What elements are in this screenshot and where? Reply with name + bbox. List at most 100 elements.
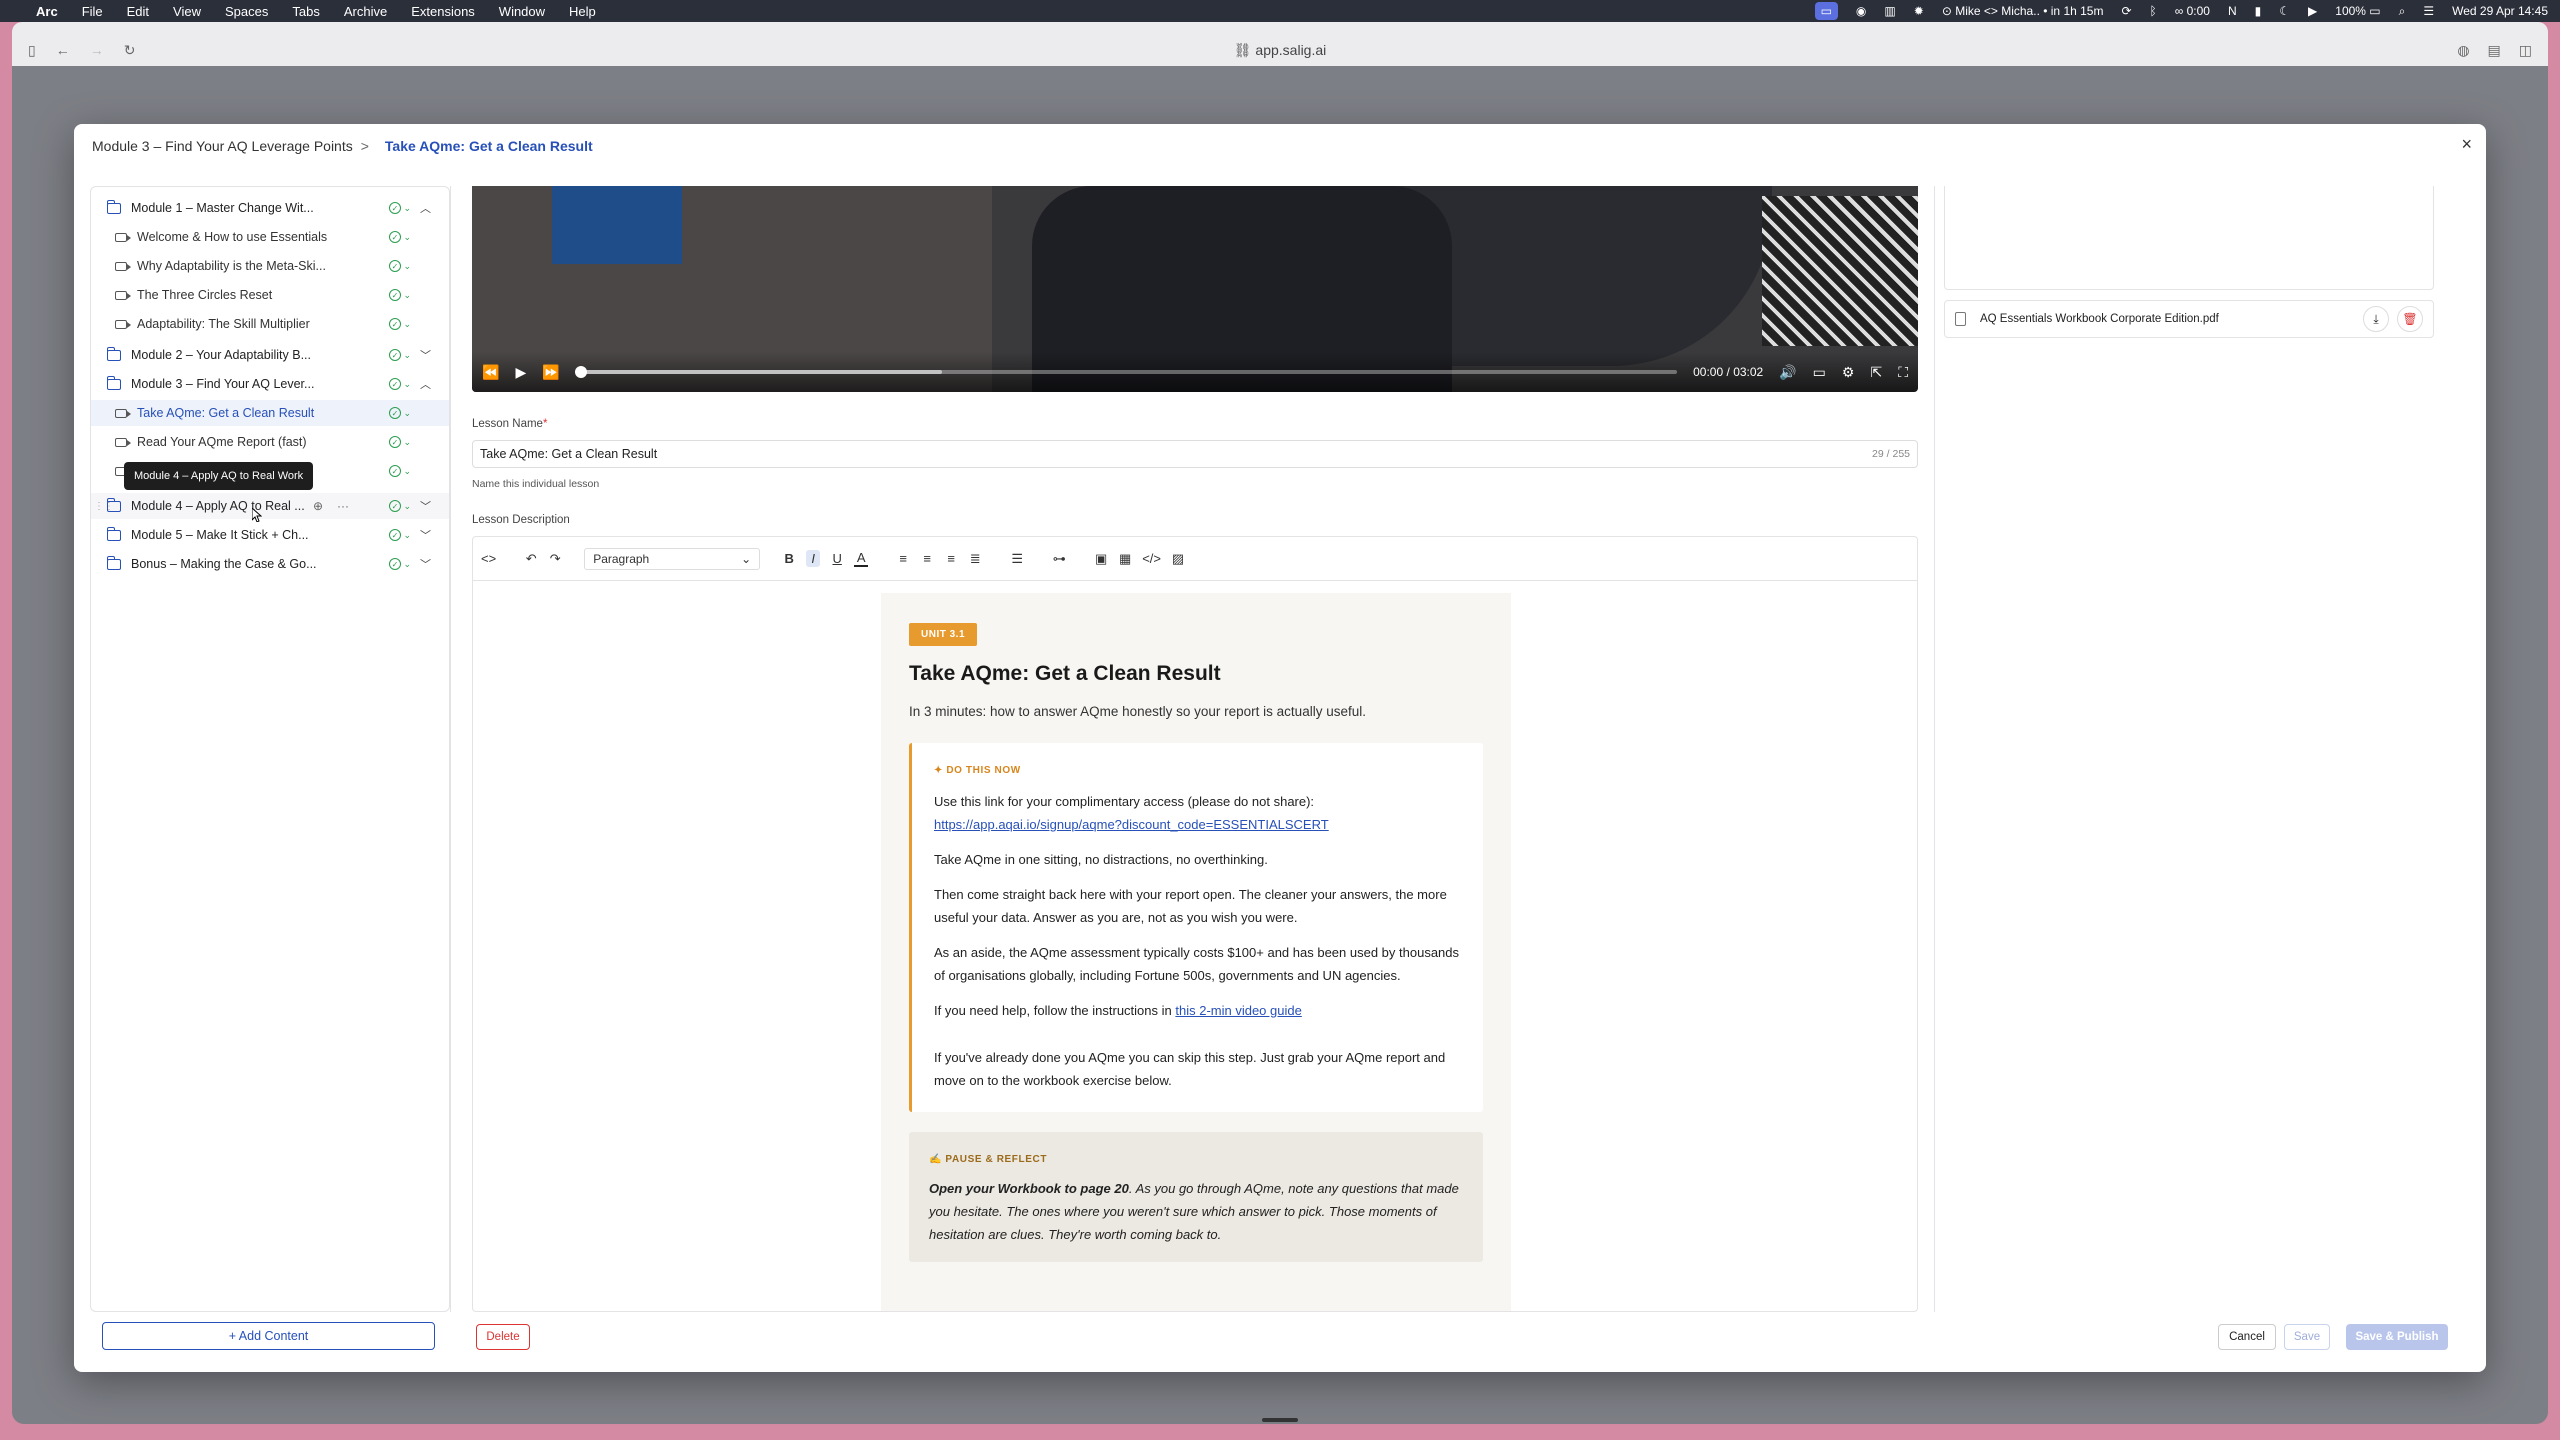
code-embed-icon[interactable]: </> [1142,551,1161,566]
table-icon[interactable]: ▦ [1118,551,1132,567]
app-menu[interactable]: Arc [36,4,58,19]
menu-view[interactable]: View [173,4,201,19]
status-chevron-icon[interactable]: ⌄ [403,261,411,272]
menu-edit[interactable]: Edit [127,4,149,19]
forward-icon[interactable]: → [90,42,104,58]
collapse-chevron-icon[interactable]: ︿ [420,200,431,216]
published-status-icon[interactable]: ✓ [389,465,401,477]
published-status-icon[interactable]: ✓ [389,558,401,570]
expand-chevron-icon[interactable]: ﹀ [420,498,431,514]
italic-icon[interactable]: I [806,550,821,567]
undo-icon[interactable]: ↶ [524,551,538,567]
sync-icon[interactable]: ⟳ [2121,4,2131,18]
clock[interactable]: Wed 29 Apr 14:45 [2452,4,2548,18]
more-options-icon[interactable]: ··· [337,499,349,513]
tree-lesson[interactable]: The Three Circles Reset ✓ ⌄ [91,282,449,308]
status-chevron-icon[interactable]: ⌄ [403,559,411,570]
add-circle-icon[interactable]: ⊕ [313,499,323,513]
bookmark-icon[interactable]: ▮ [2255,4,2262,18]
extension-icon[interactable]: ◍ [2457,42,2469,59]
tree-module-5[interactable]: Module 5 – Make It Stick + Ch... ✓ ⌄ ﹀ [91,522,449,548]
notion-icon[interactable]: N [2228,4,2237,18]
published-status-icon[interactable]: ✓ [389,318,401,330]
tree-lesson[interactable]: Read Your AQme Report (fast) ✓ ⌄ [91,429,449,455]
text-color-icon[interactable]: A [854,550,869,567]
link-icon[interactable]: ⊶ [1052,551,1066,567]
menu-spaces[interactable]: Spaces [225,4,268,19]
tree-lesson[interactable]: Welcome & How to use Essentials ✓ ⌄ [91,224,449,250]
status-chevron-icon[interactable]: ⌄ [403,319,411,330]
align-center-icon[interactable]: ≡ [920,551,934,566]
menu-help[interactable]: Help [569,4,596,19]
published-status-icon[interactable]: ✓ [389,436,401,448]
video-player[interactable]: ⏪ ▶ ⏩ 00:00 / 03:02 🔊 ▭ ⚙ ⇱ ⛶ [472,186,1918,392]
media-icon[interactable]: ▣ [1094,551,1108,567]
menu-extensions[interactable]: Extensions [411,4,475,19]
tree-module-3[interactable]: Module 3 – Find Your AQ Lever... ✓ ⌄ ︿ [91,371,449,397]
bluetooth-icon[interactable]: ᛒ [2150,4,2157,18]
published-status-icon[interactable]: ✓ [389,378,401,390]
bullet-list-icon[interactable]: ☰ [1010,551,1024,567]
play-circle-icon[interactable]: ▶ [2308,4,2317,18]
sidebar-toggle-icon[interactable]: ▯ [28,42,36,59]
moon-icon[interactable]: ☾ [2279,4,2290,18]
cancel-button[interactable]: Cancel [2218,1324,2276,1350]
control-center-icon[interactable]: ☰ [2423,4,2434,18]
published-status-icon[interactable]: ✓ [389,289,401,301]
align-left-icon[interactable]: ≡ [896,551,910,566]
reader-icon[interactable]: ▤ [2488,42,2501,59]
close-icon[interactable]: × [2461,134,2472,155]
reload-icon[interactable]: ↻ [124,42,136,59]
bold-icon[interactable]: B [782,551,796,566]
stats-icon[interactable]: ▥ [1884,4,1895,18]
battery-status[interactable]: 100% ▭ [2335,4,2380,18]
rewind-icon[interactable]: ⏪ [482,364,499,381]
sun-icon[interactable]: ✹ [1914,4,1924,18]
align-justify-icon[interactable]: ≣ [968,551,982,567]
video-progress-bar[interactable] [574,366,1678,378]
status-chevron-icon[interactable]: ⌄ [403,350,411,361]
add-content-button[interactable]: + Add Content [102,1322,435,1350]
lesson-name-input[interactable]: Take AQme: Get a Clean Result 29 / 255 [472,440,1918,468]
menu-archive[interactable]: Archive [344,4,387,19]
published-status-icon[interactable]: ✓ [389,407,401,419]
menu-file[interactable]: File [82,4,103,19]
signup-link[interactable]: https://app.aqai.io/signup/aqme?discount… [934,817,1329,832]
image-icon[interactable]: ▨ [1171,551,1185,567]
calendar-event[interactable]: ⊙ Mike <> Micha.. • in 1h 15m [1942,4,2104,18]
published-status-icon[interactable]: ✓ [389,500,401,512]
save-button[interactable]: Save [2284,1324,2330,1350]
expand-chevron-icon[interactable]: ﹀ [420,347,431,363]
tree-lesson-active[interactable]: Take AQme: Get a Clean Result ✓ ⌄ [91,400,449,426]
published-status-icon[interactable]: ✓ [389,349,401,361]
download-icon[interactable]: ⤓ [2363,306,2389,332]
menu-window[interactable]: Window [499,4,545,19]
tree-module-bonus[interactable]: Bonus – Making the Case & Go... ✓ ⌄ ﹀ [91,551,449,577]
collapse-chevron-icon[interactable]: ︿ [420,376,431,392]
timer-icon[interactable]: ∞ 0:00 [2175,4,2210,18]
status-chevron-icon[interactable]: ⌄ [403,530,411,541]
status-chevron-icon[interactable]: ⌄ [403,408,411,419]
expand-chevron-icon[interactable]: ﹀ [420,556,431,572]
tree-module-2[interactable]: Module 2 – Your Adaptability B... ✓ ⌄ ﹀ [91,342,449,368]
redo-icon[interactable]: ↷ [548,551,562,567]
popout-icon[interactable]: ⇱ [1870,364,1882,381]
volume-icon[interactable]: 🔊 [1779,364,1796,381]
status-chevron-icon[interactable]: ⌄ [403,203,411,214]
video-guide-link[interactable]: this 2-min video guide [1175,1003,1301,1018]
breadcrumb-parent[interactable]: Module 3 – Find Your AQ Leverage Points [92,138,353,154]
delete-button[interactable]: Delete [476,1324,530,1350]
split-view-icon[interactable]: ◫ [2519,42,2532,59]
play-icon[interactable]: ▶ [515,364,526,381]
captions-icon[interactable]: ▭ [1813,364,1826,381]
published-status-icon[interactable]: ✓ [389,529,401,541]
fast-forward-icon[interactable]: ⏩ [542,364,559,381]
published-status-icon[interactable]: ✓ [389,231,401,243]
source-code-icon[interactable]: <> [481,551,496,566]
expand-chevron-icon[interactable]: ﹀ [420,527,431,543]
status-chevron-icon[interactable]: ⌄ [403,232,411,243]
tree-module-1[interactable]: Module 1 – Master Change Wit... ✓ ⌄ ︿ [91,195,449,221]
tree-lesson[interactable]: Why Adaptability is the Meta-Ski... ✓ ⌄ [91,253,449,279]
window-handle[interactable] [1262,1418,1298,1422]
published-status-icon[interactable]: ✓ [389,260,401,272]
